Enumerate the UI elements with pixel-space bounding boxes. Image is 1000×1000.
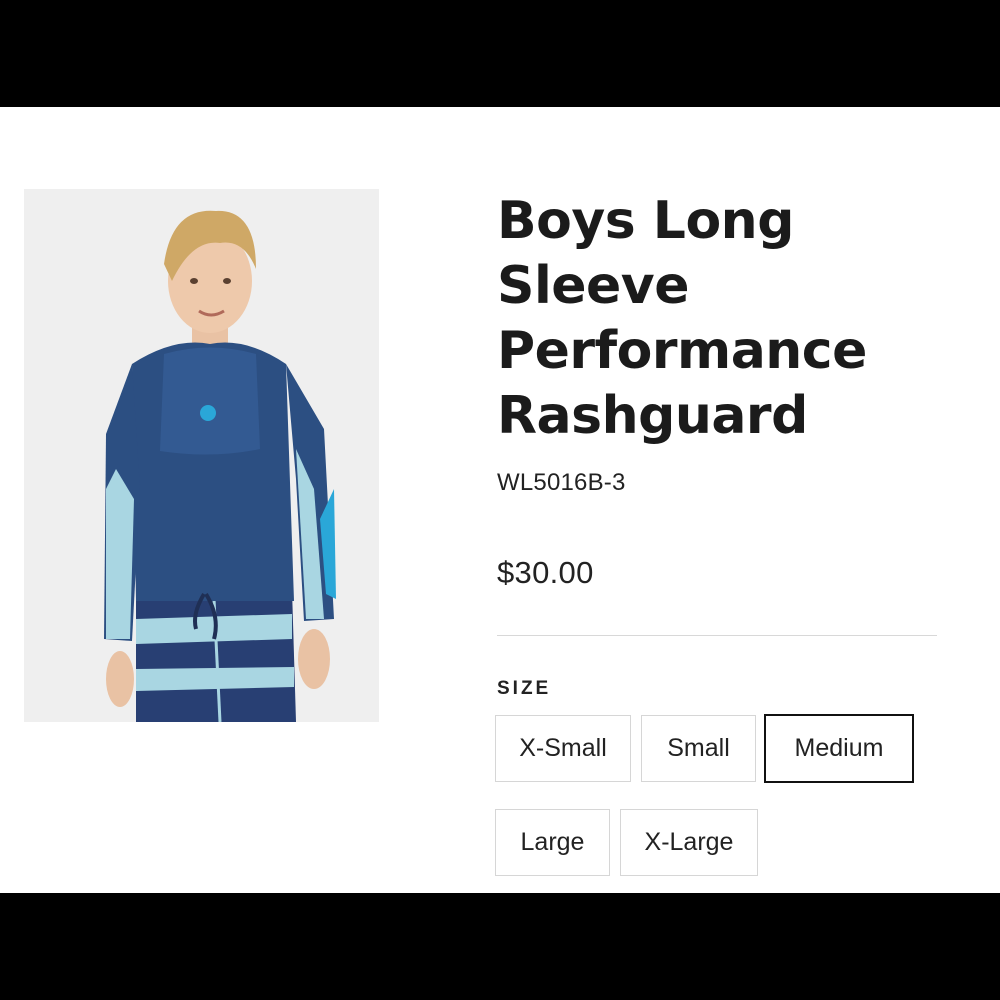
product-sku: WL5016B-3	[497, 469, 626, 496]
size-option-x-large[interactable]: X-Large	[620, 809, 758, 876]
size-option-medium[interactable]: Medium	[764, 714, 914, 783]
bottom-letterbox	[0, 893, 1000, 1000]
product-photo	[24, 189, 379, 722]
product-title: Boys Long Sleeve Performance Rashguard	[497, 189, 917, 449]
divider	[497, 635, 937, 636]
size-option-large[interactable]: Large	[495, 809, 610, 876]
product-title-line: Boys Long	[497, 191, 794, 251]
product-title-line: Rashguard	[497, 386, 808, 446]
top-letterbox	[0, 0, 1000, 107]
size-label: SIZE	[497, 678, 552, 699]
product-image[interactable]	[24, 189, 379, 722]
product-price: $30.00	[497, 555, 594, 590]
product-title-line: Sleeve	[497, 256, 689, 316]
product-title-line: Performance	[497, 321, 867, 381]
product-page: Boys Long Sleeve Performance Rashguard W…	[0, 107, 1000, 893]
size-option-x-small[interactable]: X-Small	[495, 715, 631, 782]
size-option-small[interactable]: Small	[641, 715, 756, 782]
